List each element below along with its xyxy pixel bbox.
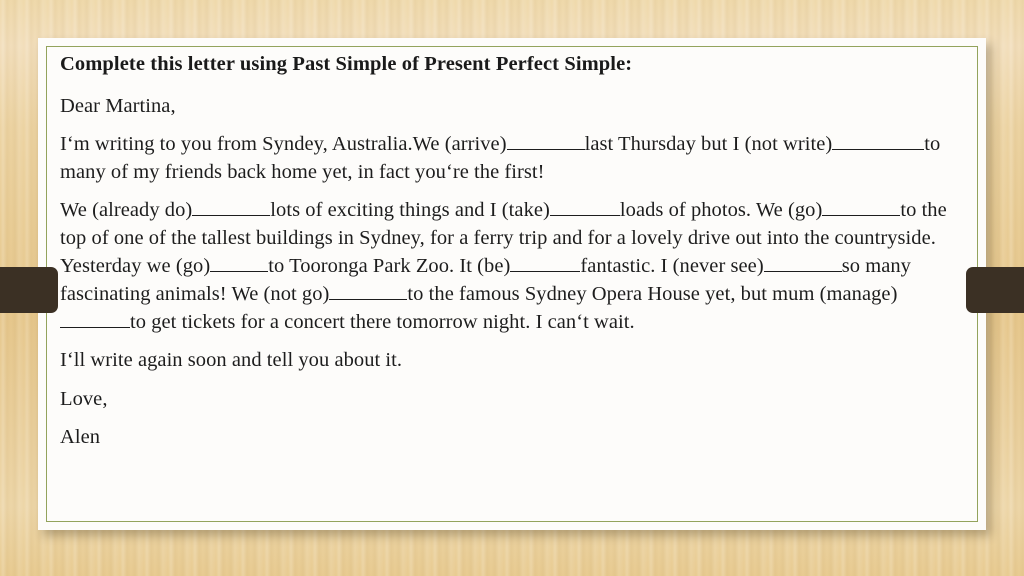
text-run: Love, [60, 387, 108, 410]
paragraph-closing: Love, [60, 385, 965, 413]
text-run: to Tooronga Park Zoo. It (be) [268, 255, 511, 278]
answer-blank[interactable] [506, 130, 585, 150]
text-run: last Thursday but I (not write) [584, 132, 833, 155]
paragraph-signature: Alen [60, 423, 965, 451]
letter-content: Complete this letter using Past Simple o… [60, 52, 965, 461]
text-run: fantastic. I (never see) [580, 255, 764, 278]
letter-paragraphs: Dear Martina, I‘m writing to you from Syn… [60, 92, 965, 451]
left-overlay-bar [0, 267, 58, 313]
answer-blank[interactable] [763, 252, 842, 273]
answer-blank[interactable] [832, 130, 925, 150]
answer-blank[interactable] [60, 309, 130, 329]
text-run: to get tickets for a concert there tomor… [130, 311, 635, 334]
text-run: I‘m writing to you from Syndey, Australi… [60, 132, 507, 155]
letter-card: Complete this letter using Past Simple o… [38, 38, 986, 530]
paragraph-body-1: I‘m writing to you from Syndey, Australi… [60, 130, 965, 186]
text-run: Dear Martina, [60, 94, 176, 117]
text-run: We (already do) [60, 199, 193, 222]
text-run: lots of exciting things and I (take) [270, 199, 550, 222]
answer-blank[interactable] [192, 196, 271, 217]
text-run: to the famous Sydney Opera House yet, bu… [407, 283, 898, 306]
answer-blank[interactable] [822, 196, 901, 217]
text-run: I‘ll write again soon and tell you about… [60, 349, 403, 372]
text-run: loads of photos. We (go) [619, 199, 823, 222]
paragraph-body-2: We (already do) lots of exciting things a… [60, 196, 965, 336]
answer-blank[interactable] [549, 196, 620, 217]
answer-blank[interactable] [210, 252, 269, 273]
answer-blank[interactable] [329, 280, 408, 301]
answer-blank[interactable] [510, 252, 581, 273]
paragraph-body-3: I‘ll write again soon and tell you about… [60, 346, 965, 374]
slide-canvas: Complete this letter using Past Simple o… [0, 0, 1024, 576]
right-overlay-bar [966, 267, 1024, 313]
page-title: Complete this letter using Past Simple o… [60, 53, 633, 75]
text-run: Alen [60, 425, 101, 448]
paragraph-salutation: Dear Martina, [60, 92, 965, 120]
